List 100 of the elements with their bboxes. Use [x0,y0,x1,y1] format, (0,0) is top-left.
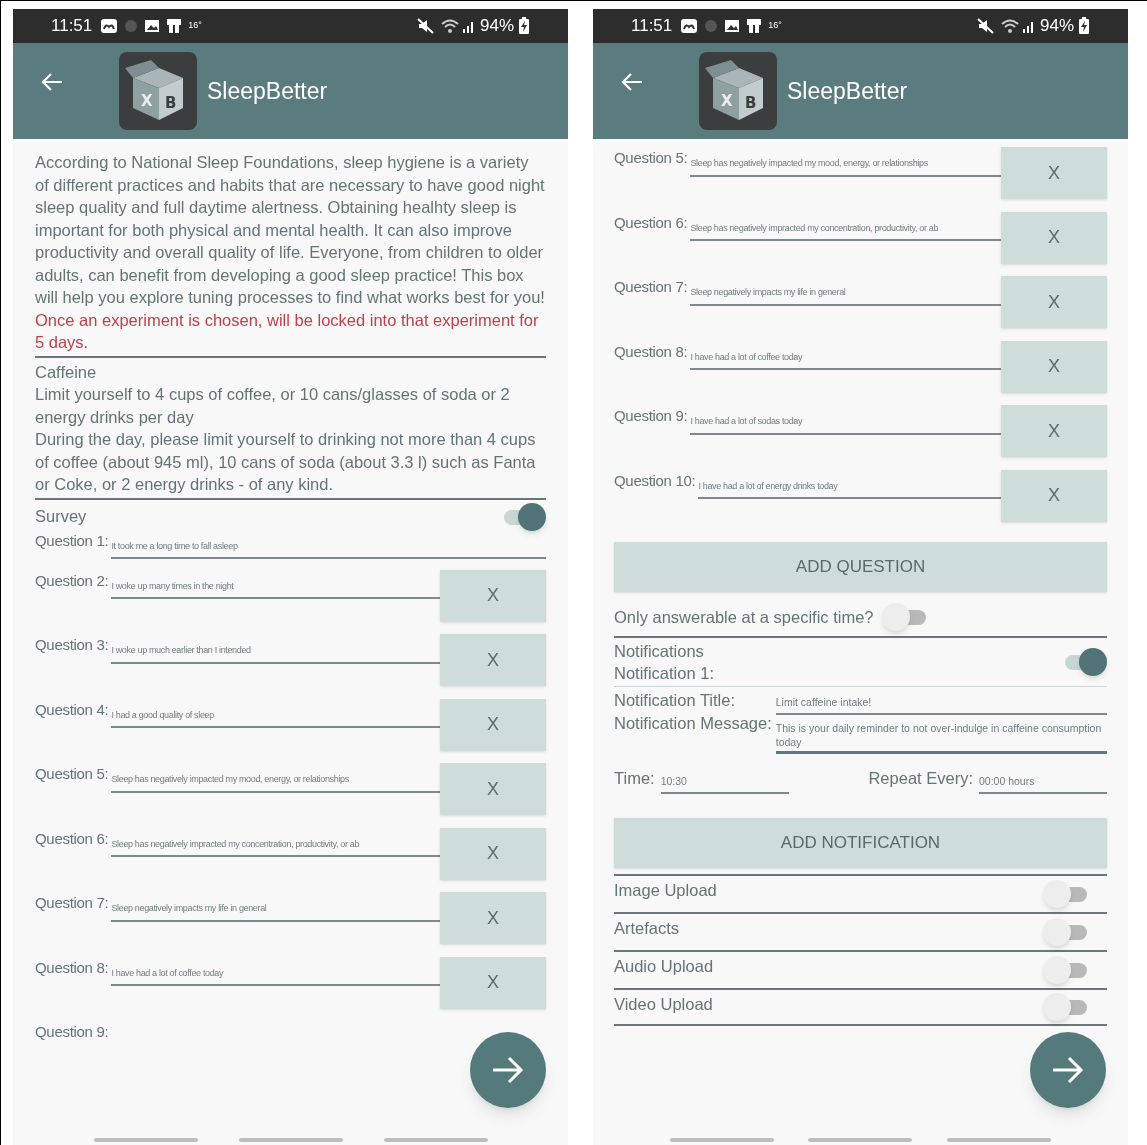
back-arrow-icon [41,72,63,92]
question-field[interactable]: Sleep has negatively impacted my mood, energy, or relationships [111,763,440,793]
warning-text: Once an experiment is chosen, will be locked into that experiment for 5 days. [35,309,540,353]
question-field[interactable]: I had a good quality of sleep [111,698,440,728]
arrow-right-icon [491,1055,525,1085]
wifi-icon [1000,18,1019,34]
box-logo: X B [119,52,197,130]
status-time: 11:51 [51,15,93,38]
wifi-icon [440,18,459,34]
experiment-title: Caffeine [35,361,98,383]
arrow-right-icon [1051,1055,1085,1085]
remove-question-button[interactable]: X [1001,276,1107,328]
mute-icon [976,18,995,34]
navigation-handle[interactable] [383,1138,488,1142]
question-field[interactable]: Sleep negatively impacts my life in general [690,276,1001,306]
remove-question-button[interactable]: X [440,827,546,880]
circle-icon [704,19,719,33]
battery-icon [518,17,530,35]
remove-question-button[interactable]: X [1001,469,1107,522]
app-title: SleepBetter [207,76,328,106]
toggle-label: Audio Upload [614,955,714,977]
question-field[interactable]: I have had a lot of sodas today [690,405,1001,435]
question-label: Question 10: [614,470,696,491]
remove-question-button[interactable]: X [440,763,546,815]
question-label: Question 9: [35,1022,109,1042]
remove-question-button[interactable]: X [440,569,546,622]
field-label: Notification Title: [614,690,737,711]
building-icon [166,18,183,34]
question-label: Question 6: [614,212,688,233]
experiment-summary: Limit yourself to 4 cups of coffee, or 10 cans/glasses of soda or 2 energy drinks per day [35,384,511,428]
question-field[interactable]: Sleep has negatively impracted my concentration, productivity, or ab [690,211,1001,241]
question-field[interactable]: I have had a lot of energy drinks today [698,469,1001,499]
question-field[interactable]: Sleep negatively impacts my life in general [111,892,440,922]
add-button[interactable]: ADD QUESTION [614,542,1107,592]
remove-question-button[interactable]: X [440,634,546,686]
question-label: Question 3: [35,635,109,655]
back-arrow-icon [621,72,643,92]
toggle-label: Video Upload [614,993,713,1015]
app-notification-icon [100,18,119,34]
notification-label: Notification 1: [614,663,714,684]
message-field[interactable]: This is your daily reminder to not over-indulge in caffeine consumption today [775,714,1107,754]
navigation-handle[interactable] [238,1138,343,1142]
navigation-handle[interactable] [946,1138,1051,1142]
remove-question-button[interactable]: X [440,956,546,1009]
question-label: Question 7: [614,277,688,297]
navigation-handle[interactable] [808,1138,913,1142]
remove-question-button[interactable]: X [440,698,546,751]
title-field[interactable]: Limit caffeine intake! [775,695,1107,715]
intro-paragraph: According to National Sleep Foundations, sleep hygiene is a variety of different practices and habits that are necessary to have good night sleep quality and full daytime alertness. Obtaining healhty sleep is important for both physical and mental health. It can also improve productivity and overall quality of life. Everyone, from children to older adults, can benefit from developing a good sleep practice! This box will help you explore tuning processes to find what works best for you! [35,152,546,308]
question-label: Question 4: [35,699,109,720]
circle-icon [124,19,139,33]
box-logo: X B [699,52,777,130]
field-label: Repeat Every: [868,767,973,789]
question-label: Question 8: [35,957,109,978]
question-field[interactable]: Sleep has negatively impacted my mood, energy, or relationships [690,147,1001,177]
question-label: Question 9: [614,406,688,426]
section-label: Survey [35,506,87,528]
question-label: Question 5: [614,148,688,168]
weather-text: 16° [188,19,202,33]
remove-question-button[interactable]: X [1001,147,1107,199]
navigation-handle[interactable] [670,1138,775,1142]
remove-question-button[interactable]: X [1001,340,1107,393]
experiment-details: During the day, please limit yourself to drinking not more than 4 cups of coffee (about 945 ml), 10 cans of soda (about 3.3 l) such as Fanta or Coke, or 2 energy drinks - of any kind. [35,429,537,495]
next-button[interactable] [1030,1032,1106,1108]
question-field[interactable]: I have had a lot of coffee today [690,340,1001,370]
question-label: Question 1: [35,530,109,551]
next-button[interactable] [470,1032,546,1108]
question-label: Question 5: [35,764,109,784]
status-time: 11:51 [631,15,673,38]
question-field[interactable]: I have had a lot of coffee today [111,956,440,986]
weather-text: 16° [768,19,782,33]
remove-question-button[interactable]: X [1001,211,1107,264]
field-label: Time: [614,767,655,789]
question-label: Question 8: [614,341,688,362]
time-field[interactable]: 10:30 [660,765,789,794]
navigation-handle[interactable] [93,1138,198,1142]
repeat-field[interactable]: 00:00 hours [979,765,1107,794]
remove-question-button[interactable]: X [440,892,546,944]
app-title: SleepBetter [787,76,908,106]
image-icon [724,19,741,33]
image-icon [144,19,161,33]
question-label: Question 6: [35,828,109,849]
battery-icon [1078,17,1090,35]
battery-percentage: 94% [479,15,514,38]
question-label: Question 2: [35,570,109,591]
building-icon [746,18,763,34]
toggle-label: Artefacts [614,917,680,939]
battery-percentage: 94% [1039,15,1074,38]
question-field[interactable]: I woke up many times in the night [111,569,440,599]
toggle-label: Only answerable at a specific time? [614,606,874,628]
add-button[interactable]: ADD NOTIFICATION [614,817,1107,868]
mute-icon [416,18,435,34]
toggle-label: Image Upload [614,879,717,901]
question-field[interactable]: It took me a long time to fall asleep [111,529,546,559]
question-label: Question 7: [35,893,109,913]
remove-question-button[interactable]: X [1001,405,1107,457]
field-label: Notification Message: [614,713,772,734]
question-field[interactable]: Sleep has negatively impracted my concentration, productivity, or ab [111,827,440,857]
question-field[interactable]: I woke up much earlier than I intended [111,634,440,664]
app-notification-icon [680,18,699,34]
